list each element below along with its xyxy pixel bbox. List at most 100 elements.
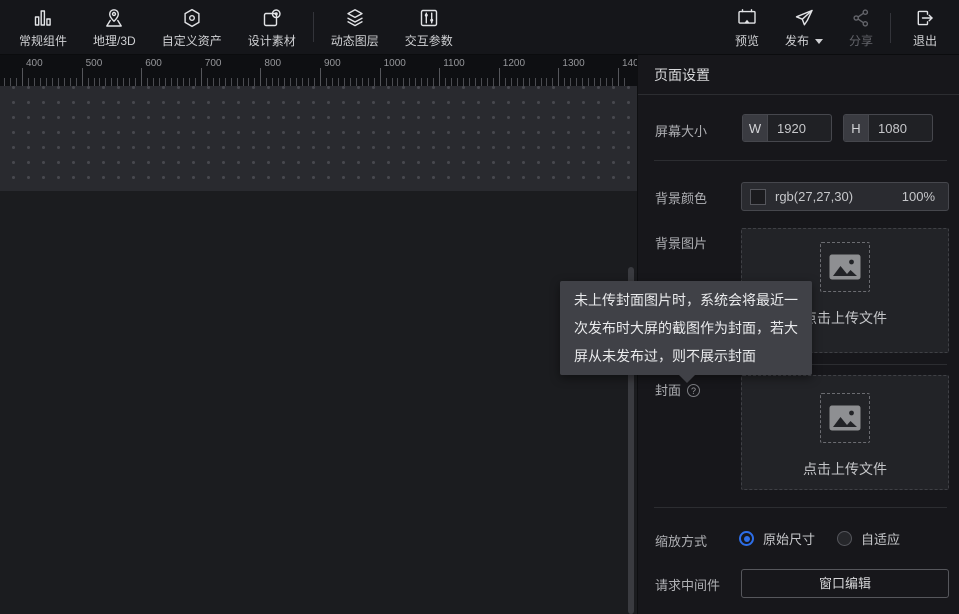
toolbar-item-label: 常规组件 (19, 32, 67, 49)
height-input-group: H 1080 (843, 114, 933, 142)
ruler-minor-tick (153, 78, 154, 86)
ruler-major-tick (82, 68, 83, 86)
ruler-minor-tick (308, 78, 309, 86)
ruler-minor-tick (40, 78, 41, 86)
panel-title: 页面设置 (638, 55, 959, 95)
ruler-minor-tick (117, 78, 118, 86)
tooltip-arrow (679, 375, 695, 383)
ruler-minor-tick (606, 78, 607, 86)
publish-caret-icon (815, 39, 823, 44)
ruler-minor-tick (612, 78, 613, 86)
scale-mode-label: 缩放方式 (655, 531, 707, 550)
cover-help-tooltip: 未上传封面图片时，系统会将最近一 次发布时大屏的截图作为封面，若大 屏从未发布过… (560, 281, 812, 375)
ruler-minor-tick (105, 78, 106, 86)
color-value: rgb(27,27,30) (775, 189, 902, 204)
ruler-major-tick (22, 68, 23, 86)
ruler-major-tick (499, 68, 500, 86)
ruler-tick-label: 500 (86, 58, 103, 69)
ruler-minor-tick (10, 78, 11, 86)
preview-button[interactable]: 预览 (722, 0, 772, 55)
canvas-workspace[interactable] (0, 86, 637, 614)
ruler-minor-tick (409, 78, 410, 86)
ruler-tick-label: 1000 (384, 58, 406, 69)
toolbar-item-geo3d[interactable]: 地理/3D (80, 0, 149, 54)
exit-button[interactable]: 退出 (895, 0, 959, 55)
publish-button[interactable]: 发布 (772, 0, 836, 55)
image-icon (829, 405, 861, 431)
ruler-minor-tick (433, 78, 434, 86)
cover-upload-area[interactable]: 点击上传文件 (741, 375, 949, 490)
ruler-minor-tick (266, 78, 267, 86)
scale-mode-radio-group: 原始尺寸 自适应 (739, 529, 922, 548)
ruler-minor-tick (314, 78, 315, 86)
toolbar-item-label: 设计素材 (248, 32, 296, 49)
ruler-minor-tick (451, 78, 452, 86)
bg-color-label: 背景颜色 (655, 188, 707, 207)
bg-color-picker[interactable]: rgb(27,27,30) 100% (741, 182, 949, 211)
ruler-minor-tick (171, 78, 172, 86)
ruler-minor-tick (254, 78, 255, 86)
design-assets-icon (261, 6, 283, 30)
toolbar-item-label: 交互参数 (405, 32, 453, 49)
ruler-minor-tick (296, 78, 297, 86)
ruler-minor-tick (58, 78, 59, 86)
ruler-minor-tick (469, 78, 470, 86)
ruler-tick-label: 1200 (503, 58, 525, 69)
exit-icon (914, 6, 936, 30)
height-input[interactable]: 1080 (869, 115, 932, 141)
window-edit-button[interactable]: 窗口编辑 (741, 569, 949, 598)
ruler-minor-tick (493, 78, 494, 86)
preview-screen-icon (735, 6, 759, 30)
exit-label: 退出 (913, 32, 937, 49)
ruler-minor-tick (362, 78, 363, 86)
ruler-minor-tick (403, 78, 404, 86)
width-input-group: W 1920 (742, 114, 832, 142)
ruler-minor-tick (248, 78, 249, 86)
map-pin-icon (103, 6, 125, 30)
radio-adaptive[interactable]: 自适应 (837, 529, 900, 548)
ruler-minor-tick (243, 78, 244, 86)
ruler-minor-tick (582, 78, 583, 86)
color-opacity: 100% (902, 189, 935, 204)
ruler-minor-tick (356, 78, 357, 86)
top-toolbar: 常规组件 地理/3D 自定义资产 (0, 0, 959, 55)
toolbar-item-label: 地理/3D (93, 32, 136, 49)
ruler-minor-tick (517, 78, 518, 86)
ruler-minor-tick (624, 78, 625, 86)
ruler-minor-tick (284, 78, 285, 86)
toolbar-divider (890, 13, 891, 43)
toolbar-left-group: 常规组件 地理/3D 自定义资产 (0, 0, 466, 54)
width-input[interactable]: 1920 (768, 115, 831, 141)
toolbar-item-custom-assets[interactable]: 自定义资产 (149, 0, 235, 54)
ruler-minor-tick (487, 78, 488, 86)
toolbar-item-design-assets[interactable]: 设计素材 (235, 0, 309, 54)
radio-original-size[interactable]: 原始尺寸 (739, 529, 815, 548)
cover-label: 封面 (655, 383, 681, 398)
ruler-minor-tick (570, 78, 571, 86)
ruler-minor-tick (189, 78, 190, 86)
ruler-minor-tick (64, 78, 65, 86)
ruler: 40050060070080090010001100120013001400 (0, 55, 637, 86)
screen-size-label: 屏幕大小 (655, 121, 707, 140)
help-icon[interactable]: ? (687, 384, 700, 397)
ruler-minor-tick (338, 78, 339, 86)
radio-label: 自适应 (861, 529, 900, 548)
ruler-minor-tick (332, 78, 333, 86)
ruler-minor-tick (177, 78, 178, 86)
radio-unselected-icon (837, 531, 852, 546)
tooltip-text-line: 屏从未发布过，则不展示封面 (574, 342, 798, 370)
color-swatch (750, 189, 766, 205)
toolbar-item-dynamic-layers[interactable]: 动态图层 (318, 0, 392, 54)
upload-frame (820, 393, 870, 443)
width-prefix: W (743, 115, 768, 141)
ruler-minor-tick (421, 78, 422, 86)
ruler-minor-tick (463, 78, 464, 86)
ruler-minor-tick (511, 78, 512, 86)
ruler-tick-label: 1300 (562, 58, 584, 69)
toolbar-item-interaction-params[interactable]: 交互参数 (392, 0, 466, 54)
tooltip-text-line: 未上传封面图片时，系统会将最近一 (574, 286, 798, 314)
toolbar-item-components[interactable]: 常规组件 (6, 0, 80, 54)
bg-image-label: 背景图片 (655, 233, 707, 252)
ruler-minor-tick (326, 78, 327, 86)
ruler-minor-tick (546, 78, 547, 86)
